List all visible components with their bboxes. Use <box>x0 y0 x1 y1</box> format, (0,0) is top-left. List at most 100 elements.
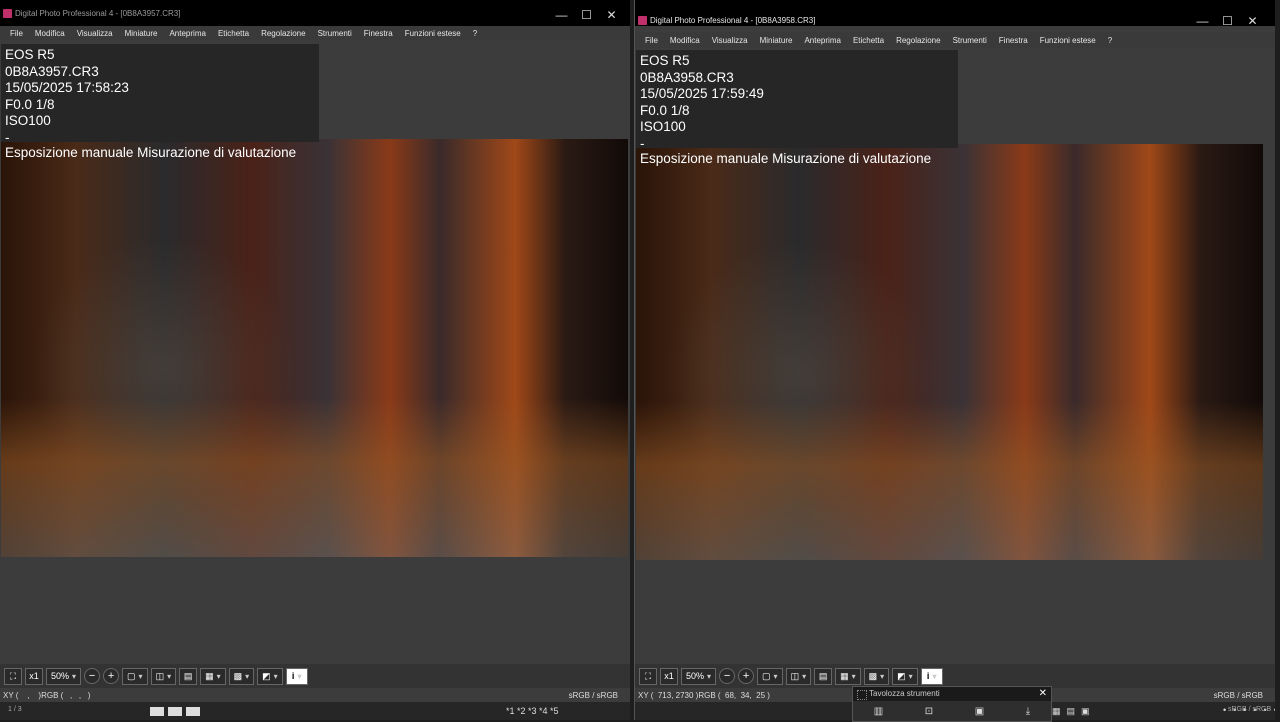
menu-regolazione[interactable]: Regolazione <box>255 29 311 38</box>
exposure-mode-text: Esposizione manuale Misurazione di valut… <box>640 151 932 166</box>
grid-icon: ▦ <box>840 670 849 681</box>
zoom-100-button[interactable]: x1 <box>25 667 43 685</box>
highlight-warning-button[interactable]: ▩ <box>228 667 255 685</box>
minimize-icon[interactable]: — <box>549 8 574 22</box>
color-space: sRGB / sRGB <box>1213 691 1263 700</box>
grid-button[interactable]: ▦ <box>835 667 861 685</box>
edit-view-icon[interactable]: ▣ <box>1081 706 1090 717</box>
fit-window-icon: ⛶ <box>9 670 17 681</box>
info-button[interactable]: i <box>920 667 943 685</box>
app-icon <box>638 16 647 25</box>
rating-filter[interactable]: *1 *2 *3 *4 *5 <box>506 706 559 716</box>
af-point-button[interactable]: ▢ <box>122 667 148 685</box>
warning-icon: ▩ <box>233 670 243 681</box>
drag-handle-icon[interactable] <box>857 690 867 700</box>
fit-window-button[interactable]: ⛶ <box>639 667 657 685</box>
minimize-icon[interactable]: — <box>1190 14 1215 28</box>
compare-icon: ◫ <box>155 670 165 681</box>
edit-view-icon[interactable] <box>186 707 200 716</box>
menu-modifica[interactable]: Modifica <box>664 36 706 45</box>
menu-finestra[interactable]: Finestra <box>358 29 399 38</box>
compare-button[interactable]: ◫ <box>150 667 177 685</box>
basic-adjust-icon[interactable]: ▥ <box>874 706 883 717</box>
photo-preview[interactable] <box>636 144 1263 560</box>
warning-icon: ▩ <box>868 670 878 681</box>
compare-button[interactable]: ◫ <box>785 667 812 685</box>
af-point-icon: ▢ <box>127 670 136 681</box>
af-point-button[interactable]: ▢ <box>757 667 783 685</box>
menu-help[interactable]: ? <box>1102 36 1118 45</box>
pixel-coordinates: XY ( 713, 2730 )RGB ( 68, 34, 25 ) <box>638 691 770 700</box>
zoom-in-button[interactable]: + <box>103 668 120 684</box>
menu-bar: File Modifica Visualizza Miniature Antep… <box>635 32 1275 48</box>
highlight-warning-button[interactable]: ▩ <box>863 667 890 685</box>
split-view-button[interactable]: ▤ <box>179 667 198 685</box>
menu-miniature[interactable]: Miniature <box>119 29 164 38</box>
crop-icon[interactable]: ⊡ <box>925 706 933 717</box>
menu-funzioni-estese[interactable]: Funzioni estese <box>399 29 467 38</box>
menu-strumenti[interactable]: Strumenti <box>947 36 993 45</box>
main-window-strip: 1 / 3 *1 *2 *3 *4 *5 <box>0 702 630 720</box>
menu-regolazione[interactable]: Regolazione <box>890 36 946 45</box>
app-icon <box>3 9 12 18</box>
zoom-out-button[interactable]: − <box>84 668 101 684</box>
zoom-level: 50% <box>51 671 70 681</box>
compare-icon: ◫ <box>790 670 800 681</box>
menu-modifica[interactable]: Modifica <box>29 29 71 38</box>
palette-icon: ◩ <box>262 670 271 681</box>
thumbnail-view-icon[interactable] <box>150 707 164 716</box>
photo-preview[interactable] <box>1 139 628 557</box>
tool-palette-title: Tavolozza strumenti <box>869 689 940 698</box>
grid-button[interactable]: ▦ <box>200 667 226 685</box>
page-count: 1 / 3 <box>8 706 22 713</box>
list-view-icon[interactable] <box>168 707 182 716</box>
zoom-select[interactable]: 50% <box>46 667 82 685</box>
title-bar: Digital Photo Professional 4 - [0B8A3957… <box>0 0 630 26</box>
grid-icon: ▦ <box>205 670 214 681</box>
camera-model: EOS R5 <box>640 53 690 68</box>
maximize-icon[interactable]: ☐ <box>574 8 599 22</box>
viewer-toolbar: ⛶ x1 50% − + ▢ ◫ ▤ ▦ ▩ ◩ i <box>635 664 1275 688</box>
info-button[interactable]: i <box>285 667 308 685</box>
close-icon[interactable]: ✕ <box>1240 14 1265 28</box>
tool-palette-button[interactable]: ◩ <box>257 667 283 685</box>
tool-palette-header[interactable]: Tavolozza strumenti ✕ <box>853 687 1051 701</box>
aperture-shutter: F0.0 1/8 <box>640 102 690 118</box>
close-icon[interactable]: ✕ <box>1039 687 1047 701</box>
pixel-coordinates: XY ( , )RGB ( , , ) <box>3 691 91 700</box>
split-view-button[interactable]: ▤ <box>814 667 833 685</box>
info-icon: i <box>926 671 930 681</box>
zoom-level: 50% <box>686 671 705 681</box>
menu-etichetta[interactable]: Etichetta <box>212 29 255 38</box>
zoom-in-button[interactable]: + <box>738 668 755 684</box>
menu-file[interactable]: File <box>639 36 664 45</box>
menu-etichetta[interactable]: Etichetta <box>847 36 890 45</box>
menu-bar: File Modifica Visualizza Miniature Antep… <box>0 26 630 40</box>
menu-finestra[interactable]: Finestra <box>993 36 1034 45</box>
thumbnail-view-icon[interactable]: ▦ <box>1052 706 1061 717</box>
menu-visualizza[interactable]: Visualizza <box>71 29 119 38</box>
zoom-select[interactable]: 50% <box>681 667 717 685</box>
tool-palette: Tavolozza strumenti ✕ ▥ ⊡ ▣ ⤓ <box>852 686 1052 722</box>
menu-miniature[interactable]: Miniature <box>754 36 799 45</box>
zoom-out-button[interactable]: − <box>719 668 736 684</box>
detail-icon[interactable]: ▣ <box>975 706 984 717</box>
tool-palette-button[interactable]: ◩ <box>892 667 918 685</box>
file-name: 0B8A3957.CR3 <box>5 63 99 79</box>
zoom-100-button[interactable]: x1 <box>660 667 678 685</box>
list-view-icon[interactable]: ▤ <box>1067 706 1076 717</box>
menu-anteprima[interactable]: Anteprima <box>163 29 211 38</box>
menu-funzioni-estese[interactable]: Funzioni estese <box>1034 36 1102 45</box>
menu-strumenti[interactable]: Strumenti <box>312 29 358 38</box>
menu-help[interactable]: ? <box>467 29 483 38</box>
export-icon[interactable]: ⤓ <box>1026 706 1030 717</box>
close-icon[interactable]: ✕ <box>599 8 624 22</box>
menu-file[interactable]: File <box>4 29 29 38</box>
menu-anteprima[interactable]: Anteprima <box>798 36 846 45</box>
iso-value: ISO100 <box>640 119 686 135</box>
title-bar: Digital Photo Professional 4 - [0B8A3958… <box>635 0 1275 28</box>
menu-visualizza[interactable]: Visualizza <box>706 36 754 45</box>
fit-window-button[interactable]: ⛶ <box>4 667 22 685</box>
maximize-icon[interactable]: ☐ <box>1215 14 1240 28</box>
window-title: Digital Photo Professional 4 - [0B8A3958… <box>650 16 816 25</box>
